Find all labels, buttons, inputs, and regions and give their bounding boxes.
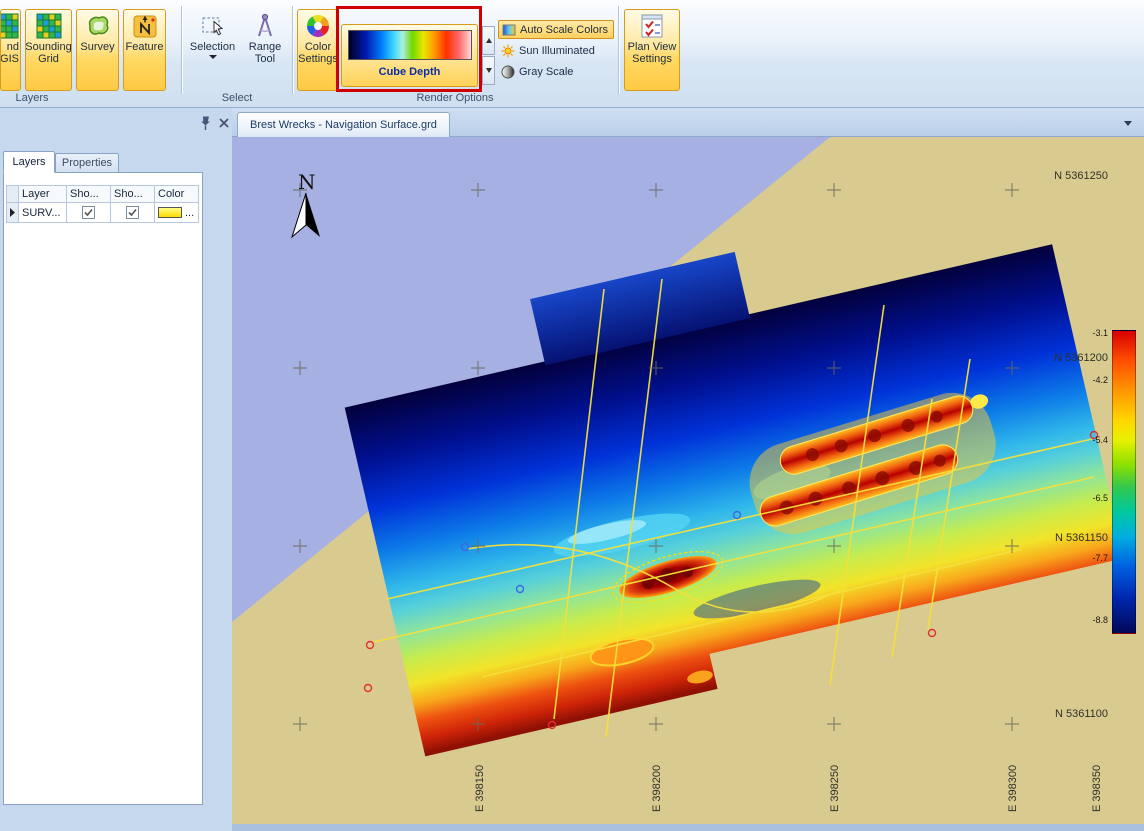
column-header-color[interactable]: Color <box>155 185 199 203</box>
range-tool-button[interactable]: Range Tool <box>242 9 288 91</box>
group-separator <box>181 6 183 94</box>
sounding-gis-label-line2: GIS <box>0 53 19 65</box>
colorbar-tick: -7.7 <box>1066 553 1108 563</box>
sounding-gis-label-line1: nd <box>7 41 19 53</box>
bathymetry-surface-canvas: N <box>232 137 1144 824</box>
northing-label: N 5361250 <box>1002 170 1108 182</box>
sounding-gis-icon <box>0 13 19 39</box>
layers-dock-panel: Layers Properties Layer Sho... Sho... Co… <box>0 108 232 831</box>
document-tab[interactable]: Brest Wrecks - Navigation Surface.grd <box>237 112 450 137</box>
survey-icon <box>85 13 111 39</box>
layers-table-header: Layer Sho... Sho... Color <box>6 185 199 203</box>
column-header-show1[interactable]: Sho... <box>67 185 111 203</box>
close-icon[interactable] <box>216 115 232 131</box>
survey-button[interactable]: Survey <box>76 9 119 91</box>
show2-cell[interactable] <box>111 203 155 223</box>
sounding-gis-button[interactable]: nd GIS <box>0 9 21 91</box>
column-header-layer[interactable]: Layer <box>19 185 67 203</box>
group-label-render-options: Render Options <box>300 92 610 106</box>
gray-scale-label: Gray Scale <box>519 66 573 78</box>
selection-button[interactable]: Selection <box>187 9 238 91</box>
colorbar-tick: -3.1 <box>1066 328 1108 338</box>
northing-label: N 5361150 <box>1002 532 1108 544</box>
colormap-spin-up-button[interactable] <box>482 26 495 55</box>
show1-cell[interactable] <box>67 203 111 223</box>
northing-label: N 5361200 <box>1002 352 1108 364</box>
colormap-name: Cube Depth <box>342 66 477 78</box>
easting-label: E 398250 <box>829 752 841 812</box>
colormap-spin-down-button[interactable] <box>482 56 495 85</box>
row-selector-arrow-icon <box>9 208 16 217</box>
gray-scale-toggle[interactable]: Gray Scale <box>498 62 614 81</box>
selection-label: Selection <box>190 41 235 53</box>
map-view[interactable]: N N 5361250 N 5361200 N 5361150 N 536110… <box>232 137 1144 824</box>
checkbox-checked-icon[interactable] <box>82 206 95 219</box>
layers-table: Layer Sho... Sho... Color SURV... <box>6 185 199 223</box>
application-window: nd GIS Sounding Grid <box>0 0 1144 831</box>
selection-icon <box>200 13 226 39</box>
column-header-show2[interactable]: Sho... <box>111 185 155 203</box>
colorbar-tick: -8.8 <box>1066 615 1108 625</box>
document-tab-label: Brest Wrecks - Navigation Surface.grd <box>250 119 437 131</box>
panel-tab-properties-label: Properties <box>62 157 112 169</box>
easting-label: E 398200 <box>651 752 663 812</box>
survey-label: Survey <box>80 41 114 53</box>
panel-tab-layers[interactable]: Layers <box>3 151 55 173</box>
layers-panel-content: Layer Sho... Sho... Color SURV... <box>3 172 203 805</box>
auto-scale-colors-toggle[interactable]: Auto Scale Colors <box>498 20 614 39</box>
color-cell[interactable]: ... <box>155 203 199 223</box>
spin-up-icon <box>486 38 492 43</box>
selection-dropdown-icon[interactable] <box>209 55 217 59</box>
color-wheel-icon <box>305 13 331 39</box>
panel-tab-properties[interactable]: Properties <box>55 153 119 173</box>
layer-name-cell[interactable]: SURV... <box>19 203 67 223</box>
pin-icon[interactable] <box>198 115 214 131</box>
tab-list-dropdown-icon[interactable] <box>1124 121 1132 126</box>
ribbon: nd GIS Sounding Grid <box>0 0 1144 108</box>
depth-colorbar <box>1112 330 1136 634</box>
colorbar-tick: -6.5 <box>1066 493 1108 503</box>
color-settings-button[interactable]: Color Settings <box>297 9 339 91</box>
sounding-grid-label: Sounding Grid <box>25 41 72 65</box>
gray-scale-icon <box>501 65 515 79</box>
sun-illuminated-toggle[interactable]: Sun Illuminated <box>498 41 614 60</box>
range-tool-label: Range Tool <box>243 41 287 65</box>
sun-icon <box>501 44 515 58</box>
color-more-button[interactable]: ... <box>185 207 194 219</box>
group-label-layers: Layers <box>0 92 64 106</box>
auto-scale-label: Auto Scale Colors <box>520 24 608 36</box>
group-separator <box>292 6 294 94</box>
easting-label: E 398150 <box>474 752 486 812</box>
easting-label: E 398300 <box>1007 752 1019 812</box>
plan-view-settings-label: Plan View Settings <box>625 41 679 65</box>
colorbar-tick: -4.2 <box>1066 375 1108 385</box>
colormap-preview-gradient <box>348 30 472 60</box>
easting-label: E 398350 <box>1091 752 1103 812</box>
color-swatch[interactable] <box>158 207 182 218</box>
auto-scale-icon <box>502 23 516 37</box>
range-tool-icon <box>252 13 278 39</box>
sounding-grid-icon <box>36 13 62 39</box>
panel-tab-layers-label: Layers <box>12 156 45 168</box>
spin-down-icon <box>486 68 492 73</box>
checkbox-checked-icon[interactable] <box>126 206 139 219</box>
north-arrow-label: N <box>298 170 316 194</box>
sun-illuminated-label: Sun Illuminated <box>519 45 595 57</box>
colormap-selector[interactable]: Cube Depth <box>341 24 478 87</box>
plan-view-settings-icon <box>639 13 665 39</box>
northing-label: N 5361100 <box>1002 708 1108 720</box>
table-row[interactable]: SURV... ... <box>6 203 199 223</box>
feature-button[interactable]: Feature <box>123 9 166 91</box>
group-label-select: Select <box>187 92 287 106</box>
sounding-grid-button[interactable]: Sounding Grid <box>25 9 72 91</box>
row-selector-header <box>6 185 19 203</box>
colorbar-tick: -5.4 <box>1066 435 1108 445</box>
color-settings-label: Color Settings <box>298 41 338 65</box>
plan-view-settings-button[interactable]: Plan View Settings <box>624 9 680 91</box>
row-selector-cell[interactable] <box>6 203 19 223</box>
feature-icon <box>132 13 158 39</box>
group-separator <box>618 6 620 94</box>
feature-label: Feature <box>126 41 164 53</box>
